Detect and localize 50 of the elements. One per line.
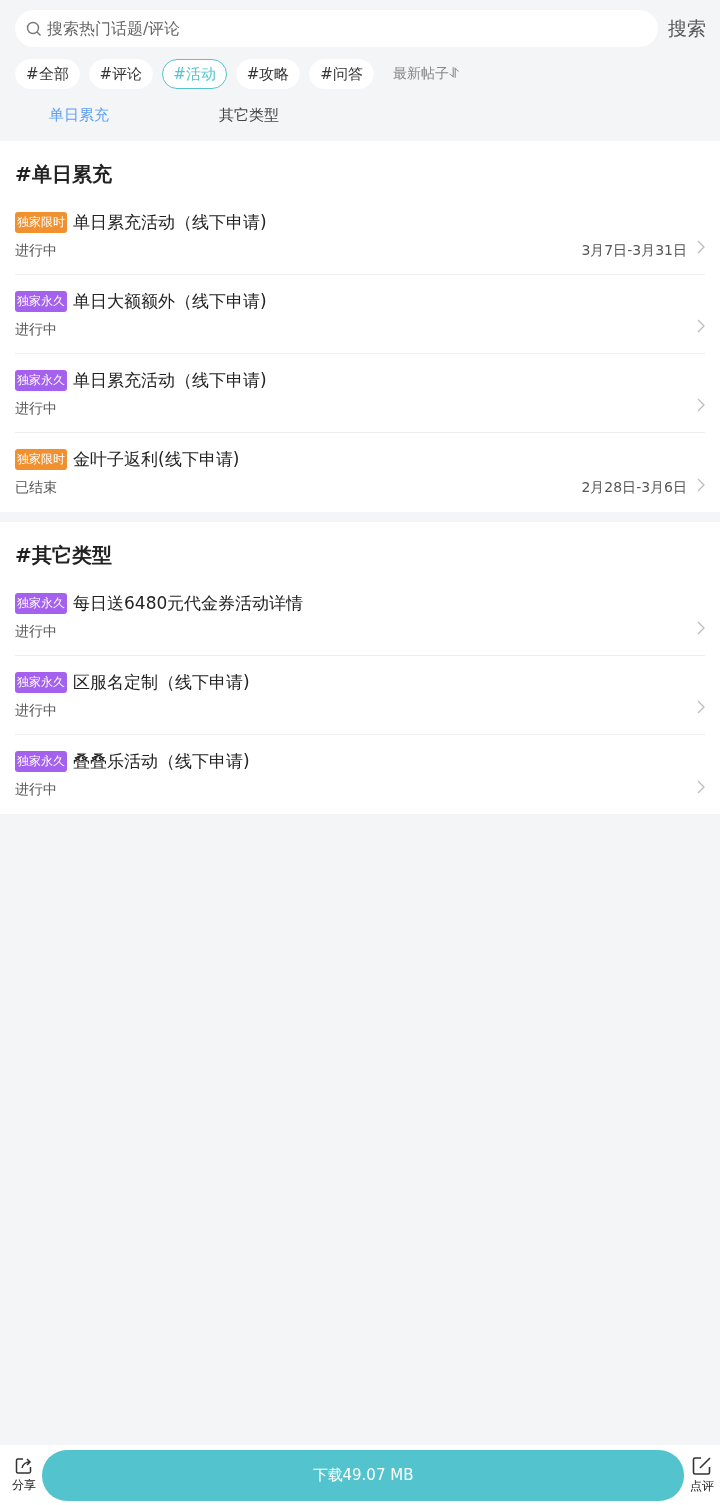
share-button[interactable]: 分享 (12, 1456, 36, 1494)
activity-status: 进行中 (15, 781, 57, 799)
activity-badge: 独家永久 (15, 592, 67, 614)
activity-row[interactable]: 独家永久 单日累充活动（线下申请) 进行中 (15, 354, 705, 433)
category-tab[interactable]: 其它类型 (143, 104, 355, 126)
activity-title: 每日送6480元代金券活动详情 (73, 591, 304, 615)
chevron-right-icon (697, 240, 705, 254)
activity-title: 金叶子返利(线下申请) (73, 448, 240, 471)
chevron-right-icon (697, 398, 705, 412)
search-button[interactable]: 搜索 (668, 15, 706, 42)
review-button[interactable]: 点评 (690, 1455, 714, 1495)
activity-badge: 独家永久 (15, 369, 67, 391)
activity-title: 单日大额额外（线下申请) (73, 289, 267, 313)
share-icon (15, 1456, 33, 1475)
chevron-right-icon (697, 700, 705, 714)
activity-row[interactable]: 独家限时 金叶子返利(线下申请) 已结束 2月28日-3月6日 (15, 433, 705, 512)
activity-title: 单日累充活动（线下申请) (73, 368, 267, 392)
chevron-right-icon (697, 319, 705, 333)
activity-row[interactable]: 独家永久 区服名定制（线下申请) 进行中 (15, 656, 705, 735)
activity-date: 2月28日-3月6日 (581, 479, 687, 497)
chevron-right-icon (697, 477, 705, 492)
activity-title: 叠叠乐活动（线下申请) (73, 750, 250, 773)
section-title: #单日累充 (15, 161, 113, 188)
activity-date: 3月7日-3月31日 (581, 241, 687, 260)
edit-icon (692, 1455, 712, 1476)
filter-chip[interactable]: #攻略 (235, 59, 301, 89)
activity-title: 单日累充活动（线下申请) (73, 210, 267, 234)
search-field[interactable]: 搜索热门话题/评论 (15, 10, 658, 47)
activity-status: 进行中 (15, 622, 57, 641)
activity-badge: 独家永久 (15, 751, 67, 772)
activity-badge: 独家永久 (15, 671, 67, 693)
activity-status: 进行中 (15, 701, 57, 720)
activity-row[interactable]: 独家限时 单日累充活动（线下申请) 进行中 3月7日-3月31日 (15, 196, 705, 275)
activity-status: 已结束 (15, 479, 57, 497)
section-title: #其它类型 (15, 542, 113, 569)
filter-chip[interactable]: #评论 (88, 59, 154, 89)
activity-badge: 独家限时 (15, 449, 67, 470)
activity-status: 进行中 (15, 320, 57, 339)
activity-badge: 独家永久 (15, 290, 67, 312)
activity-badge: 独家限时 (15, 211, 67, 233)
activity-row[interactable]: 独家永久 单日大额额外（线下申请) 进行中 (15, 275, 705, 354)
chevron-right-icon (697, 779, 705, 794)
activity-row[interactable]: 独家永久 每日送6480元代金券活动详情 进行中 (15, 577, 705, 656)
activity-status: 进行中 (15, 241, 57, 260)
filter-chip[interactable]: #问答 (309, 59, 374, 89)
filter-chip[interactable]: #全部 (15, 59, 80, 89)
activity-status: 进行中 (15, 399, 57, 418)
activity-row[interactable]: 独家永久 叠叠乐活动（线下申请) 进行中 (15, 735, 705, 814)
activity-title: 区服名定制（线下申请) (73, 670, 250, 694)
chevron-right-icon (697, 621, 705, 635)
